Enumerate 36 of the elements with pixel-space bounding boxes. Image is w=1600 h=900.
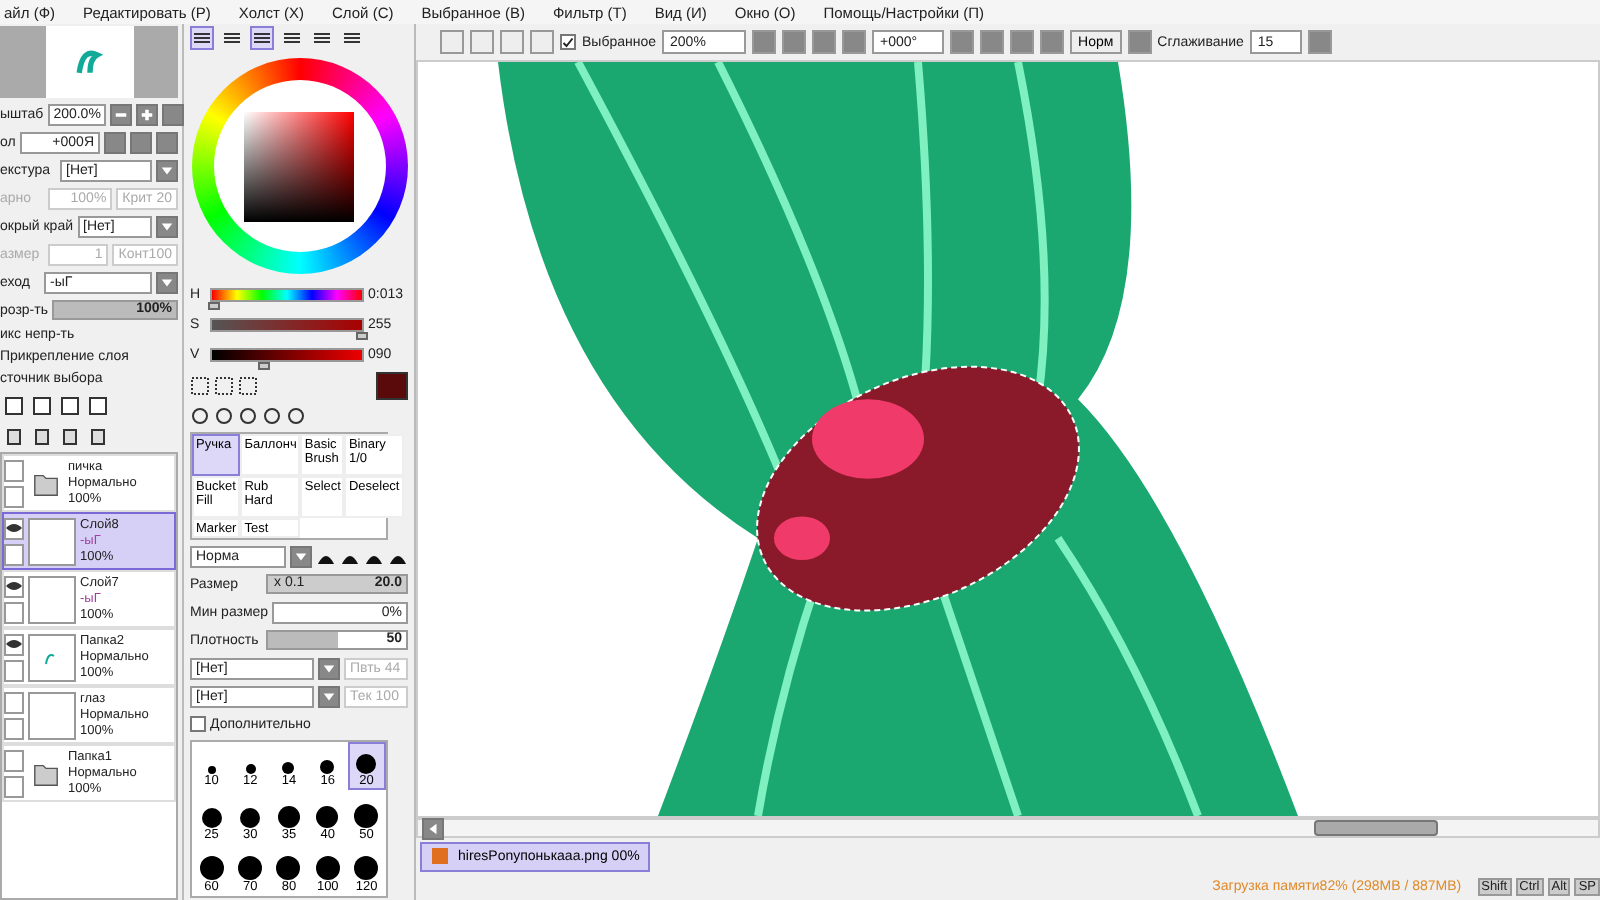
lines-icon <box>192 28 212 48</box>
color-mode-tab[interactable] <box>190 26 214 50</box>
eye-icon <box>4 518 24 538</box>
layer-thumbnail <box>28 575 76 623</box>
eye-icon <box>4 576 24 596</box>
layer-thumbnail <box>28 517 76 565</box>
caret-icon <box>160 219 174 233</box>
color-mode-tab[interactable] <box>250 26 274 50</box>
visibility-toggle[interactable] <box>4 459 24 481</box>
plus-icon <box>140 107 155 121</box>
saturation-value-square[interactable] <box>244 111 354 221</box>
checkbox[interactable] <box>560 34 576 50</box>
rectangle-select-icon[interactable] <box>190 376 210 396</box>
minus-icon <box>114 107 129 121</box>
image-file-icon <box>430 846 450 866</box>
visibility-toggle[interactable] <box>4 749 24 771</box>
horizontal-scrollbar[interactable] <box>416 818 1600 838</box>
checkbox[interactable] <box>190 716 206 732</box>
lines-icon <box>342 28 362 48</box>
visibility-toggle[interactable] <box>4 633 24 655</box>
caret-icon <box>294 549 308 563</box>
scroll-left-button[interactable] <box>422 817 444 839</box>
lines-icon <box>312 28 332 48</box>
checkmark-icon <box>562 35 574 49</box>
visibility-toggle[interactable] <box>4 517 24 539</box>
caret-icon <box>160 163 174 177</box>
visibility-toggle[interactable] <box>4 691 24 713</box>
eye-icon <box>4 634 24 654</box>
layer-thumbnail <box>28 691 76 739</box>
current-color-swatch[interactable] <box>376 372 408 400</box>
caret-icon <box>160 275 174 289</box>
visibility-toggle[interactable] <box>4 575 24 597</box>
lines-icon <box>222 28 242 48</box>
lines-icon <box>282 28 302 48</box>
scroll-thumb[interactable] <box>1314 820 1438 836</box>
lines-icon <box>252 28 272 48</box>
